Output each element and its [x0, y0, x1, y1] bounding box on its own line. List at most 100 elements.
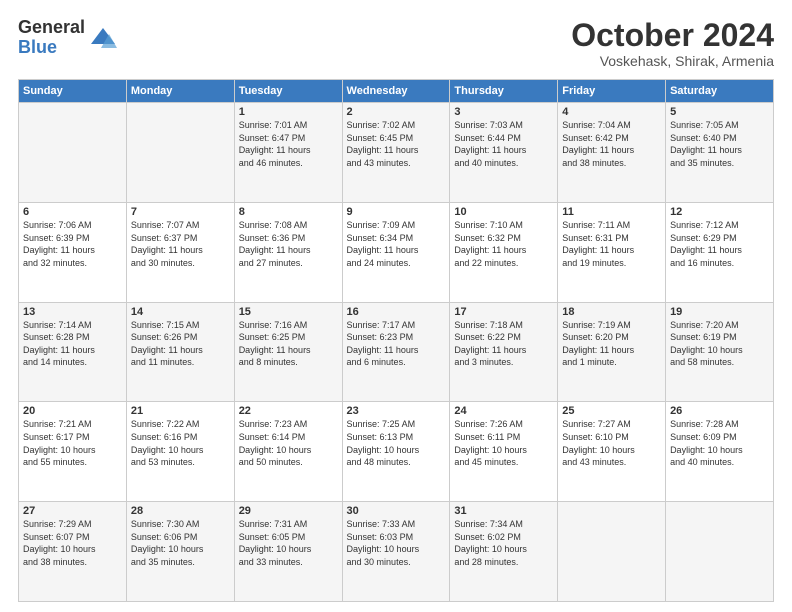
page: General Blue October 2024 Voskehask, Shi… [0, 0, 792, 612]
day-detail: Sunrise: 7:12 AM Sunset: 6:29 PM Dayligh… [670, 219, 769, 269]
day-number: 6 [23, 206, 122, 218]
day-cell: 25Sunrise: 7:27 AM Sunset: 6:10 PM Dayli… [558, 402, 666, 502]
day-detail: Sunrise: 7:18 AM Sunset: 6:22 PM Dayligh… [454, 319, 553, 369]
day-cell: 28Sunrise: 7:30 AM Sunset: 6:06 PM Dayli… [126, 502, 234, 602]
day-cell: 4Sunrise: 7:04 AM Sunset: 6:42 PM Daylig… [558, 103, 666, 203]
column-header-wednesday: Wednesday [342, 80, 450, 103]
week-row-5: 27Sunrise: 7:29 AM Sunset: 6:07 PM Dayli… [19, 502, 774, 602]
day-cell: 2Sunrise: 7:02 AM Sunset: 6:45 PM Daylig… [342, 103, 450, 203]
week-row-4: 20Sunrise: 7:21 AM Sunset: 6:17 PM Dayli… [19, 402, 774, 502]
day-cell: 9Sunrise: 7:09 AM Sunset: 6:34 PM Daylig… [342, 202, 450, 302]
day-detail: Sunrise: 7:06 AM Sunset: 6:39 PM Dayligh… [23, 219, 122, 269]
day-detail: Sunrise: 7:04 AM Sunset: 6:42 PM Dayligh… [562, 119, 661, 169]
day-detail: Sunrise: 7:19 AM Sunset: 6:20 PM Dayligh… [562, 319, 661, 369]
day-number: 15 [239, 306, 338, 318]
day-detail: Sunrise: 7:28 AM Sunset: 6:09 PM Dayligh… [670, 418, 769, 468]
day-detail: Sunrise: 7:05 AM Sunset: 6:40 PM Dayligh… [670, 119, 769, 169]
day-number: 12 [670, 206, 769, 218]
day-detail: Sunrise: 7:22 AM Sunset: 6:16 PM Dayligh… [131, 418, 230, 468]
day-cell: 8Sunrise: 7:08 AM Sunset: 6:36 PM Daylig… [234, 202, 342, 302]
day-detail: Sunrise: 7:01 AM Sunset: 6:47 PM Dayligh… [239, 119, 338, 169]
day-number: 26 [670, 405, 769, 417]
day-number: 5 [670, 106, 769, 118]
day-number: 28 [131, 505, 230, 517]
column-header-tuesday: Tuesday [234, 80, 342, 103]
day-number: 1 [239, 106, 338, 118]
day-cell: 30Sunrise: 7:33 AM Sunset: 6:03 PM Dayli… [342, 502, 450, 602]
logo: General Blue [18, 18, 117, 58]
calendar-table: SundayMondayTuesdayWednesdayThursdayFrid… [18, 79, 774, 602]
day-number: 2 [347, 106, 446, 118]
day-cell [558, 502, 666, 602]
day-number: 13 [23, 306, 122, 318]
week-row-1: 1Sunrise: 7:01 AM Sunset: 6:47 PM Daylig… [19, 103, 774, 203]
day-detail: Sunrise: 7:26 AM Sunset: 6:11 PM Dayligh… [454, 418, 553, 468]
day-cell [126, 103, 234, 203]
day-number: 10 [454, 206, 553, 218]
day-cell: 19Sunrise: 7:20 AM Sunset: 6:19 PM Dayli… [666, 302, 774, 402]
day-number: 7 [131, 206, 230, 218]
day-number: 23 [347, 405, 446, 417]
location: Voskehask, Shirak, Armenia [571, 53, 774, 69]
day-cell: 23Sunrise: 7:25 AM Sunset: 6:13 PM Dayli… [342, 402, 450, 502]
column-header-monday: Monday [126, 80, 234, 103]
day-cell: 11Sunrise: 7:11 AM Sunset: 6:31 PM Dayli… [558, 202, 666, 302]
day-cell: 6Sunrise: 7:06 AM Sunset: 6:39 PM Daylig… [19, 202, 127, 302]
day-cell: 22Sunrise: 7:23 AM Sunset: 6:14 PM Dayli… [234, 402, 342, 502]
day-detail: Sunrise: 7:17 AM Sunset: 6:23 PM Dayligh… [347, 319, 446, 369]
day-cell: 15Sunrise: 7:16 AM Sunset: 6:25 PM Dayli… [234, 302, 342, 402]
month-title: October 2024 [571, 18, 774, 53]
day-cell: 29Sunrise: 7:31 AM Sunset: 6:05 PM Dayli… [234, 502, 342, 602]
day-detail: Sunrise: 7:25 AM Sunset: 6:13 PM Dayligh… [347, 418, 446, 468]
day-detail: Sunrise: 7:07 AM Sunset: 6:37 PM Dayligh… [131, 219, 230, 269]
day-detail: Sunrise: 7:08 AM Sunset: 6:36 PM Dayligh… [239, 219, 338, 269]
day-cell: 18Sunrise: 7:19 AM Sunset: 6:20 PM Dayli… [558, 302, 666, 402]
column-header-friday: Friday [558, 80, 666, 103]
logo-general: General [18, 17, 85, 37]
day-cell: 17Sunrise: 7:18 AM Sunset: 6:22 PM Dayli… [450, 302, 558, 402]
day-cell: 16Sunrise: 7:17 AM Sunset: 6:23 PM Dayli… [342, 302, 450, 402]
day-detail: Sunrise: 7:21 AM Sunset: 6:17 PM Dayligh… [23, 418, 122, 468]
day-number: 22 [239, 405, 338, 417]
day-detail: Sunrise: 7:03 AM Sunset: 6:44 PM Dayligh… [454, 119, 553, 169]
day-detail: Sunrise: 7:29 AM Sunset: 6:07 PM Dayligh… [23, 518, 122, 568]
day-number: 4 [562, 106, 661, 118]
week-row-3: 13Sunrise: 7:14 AM Sunset: 6:28 PM Dayli… [19, 302, 774, 402]
column-header-sunday: Sunday [19, 80, 127, 103]
day-cell: 7Sunrise: 7:07 AM Sunset: 6:37 PM Daylig… [126, 202, 234, 302]
day-number: 11 [562, 206, 661, 218]
day-number: 24 [454, 405, 553, 417]
day-detail: Sunrise: 7:11 AM Sunset: 6:31 PM Dayligh… [562, 219, 661, 269]
day-detail: Sunrise: 7:16 AM Sunset: 6:25 PM Dayligh… [239, 319, 338, 369]
day-cell: 10Sunrise: 7:10 AM Sunset: 6:32 PM Dayli… [450, 202, 558, 302]
day-cell: 1Sunrise: 7:01 AM Sunset: 6:47 PM Daylig… [234, 103, 342, 203]
day-cell: 3Sunrise: 7:03 AM Sunset: 6:44 PM Daylig… [450, 103, 558, 203]
header-row: SundayMondayTuesdayWednesdayThursdayFrid… [19, 80, 774, 103]
day-cell: 13Sunrise: 7:14 AM Sunset: 6:28 PM Dayli… [19, 302, 127, 402]
day-detail: Sunrise: 7:33 AM Sunset: 6:03 PM Dayligh… [347, 518, 446, 568]
day-number: 29 [239, 505, 338, 517]
day-cell [666, 502, 774, 602]
day-number: 9 [347, 206, 446, 218]
day-cell: 5Sunrise: 7:05 AM Sunset: 6:40 PM Daylig… [666, 103, 774, 203]
day-cell: 31Sunrise: 7:34 AM Sunset: 6:02 PM Dayli… [450, 502, 558, 602]
day-detail: Sunrise: 7:34 AM Sunset: 6:02 PM Dayligh… [454, 518, 553, 568]
day-number: 31 [454, 505, 553, 517]
day-detail: Sunrise: 7:02 AM Sunset: 6:45 PM Dayligh… [347, 119, 446, 169]
logo-icon [89, 24, 117, 52]
day-number: 25 [562, 405, 661, 417]
day-number: 17 [454, 306, 553, 318]
day-detail: Sunrise: 7:23 AM Sunset: 6:14 PM Dayligh… [239, 418, 338, 468]
column-header-saturday: Saturday [666, 80, 774, 103]
logo-blue: Blue [18, 37, 57, 57]
day-number: 16 [347, 306, 446, 318]
day-cell: 21Sunrise: 7:22 AM Sunset: 6:16 PM Dayli… [126, 402, 234, 502]
day-detail: Sunrise: 7:09 AM Sunset: 6:34 PM Dayligh… [347, 219, 446, 269]
column-header-thursday: Thursday [450, 80, 558, 103]
header: General Blue October 2024 Voskehask, Shi… [18, 18, 774, 69]
day-number: 19 [670, 306, 769, 318]
day-detail: Sunrise: 7:20 AM Sunset: 6:19 PM Dayligh… [670, 319, 769, 369]
day-number: 14 [131, 306, 230, 318]
day-number: 30 [347, 505, 446, 517]
day-cell: 12Sunrise: 7:12 AM Sunset: 6:29 PM Dayli… [666, 202, 774, 302]
